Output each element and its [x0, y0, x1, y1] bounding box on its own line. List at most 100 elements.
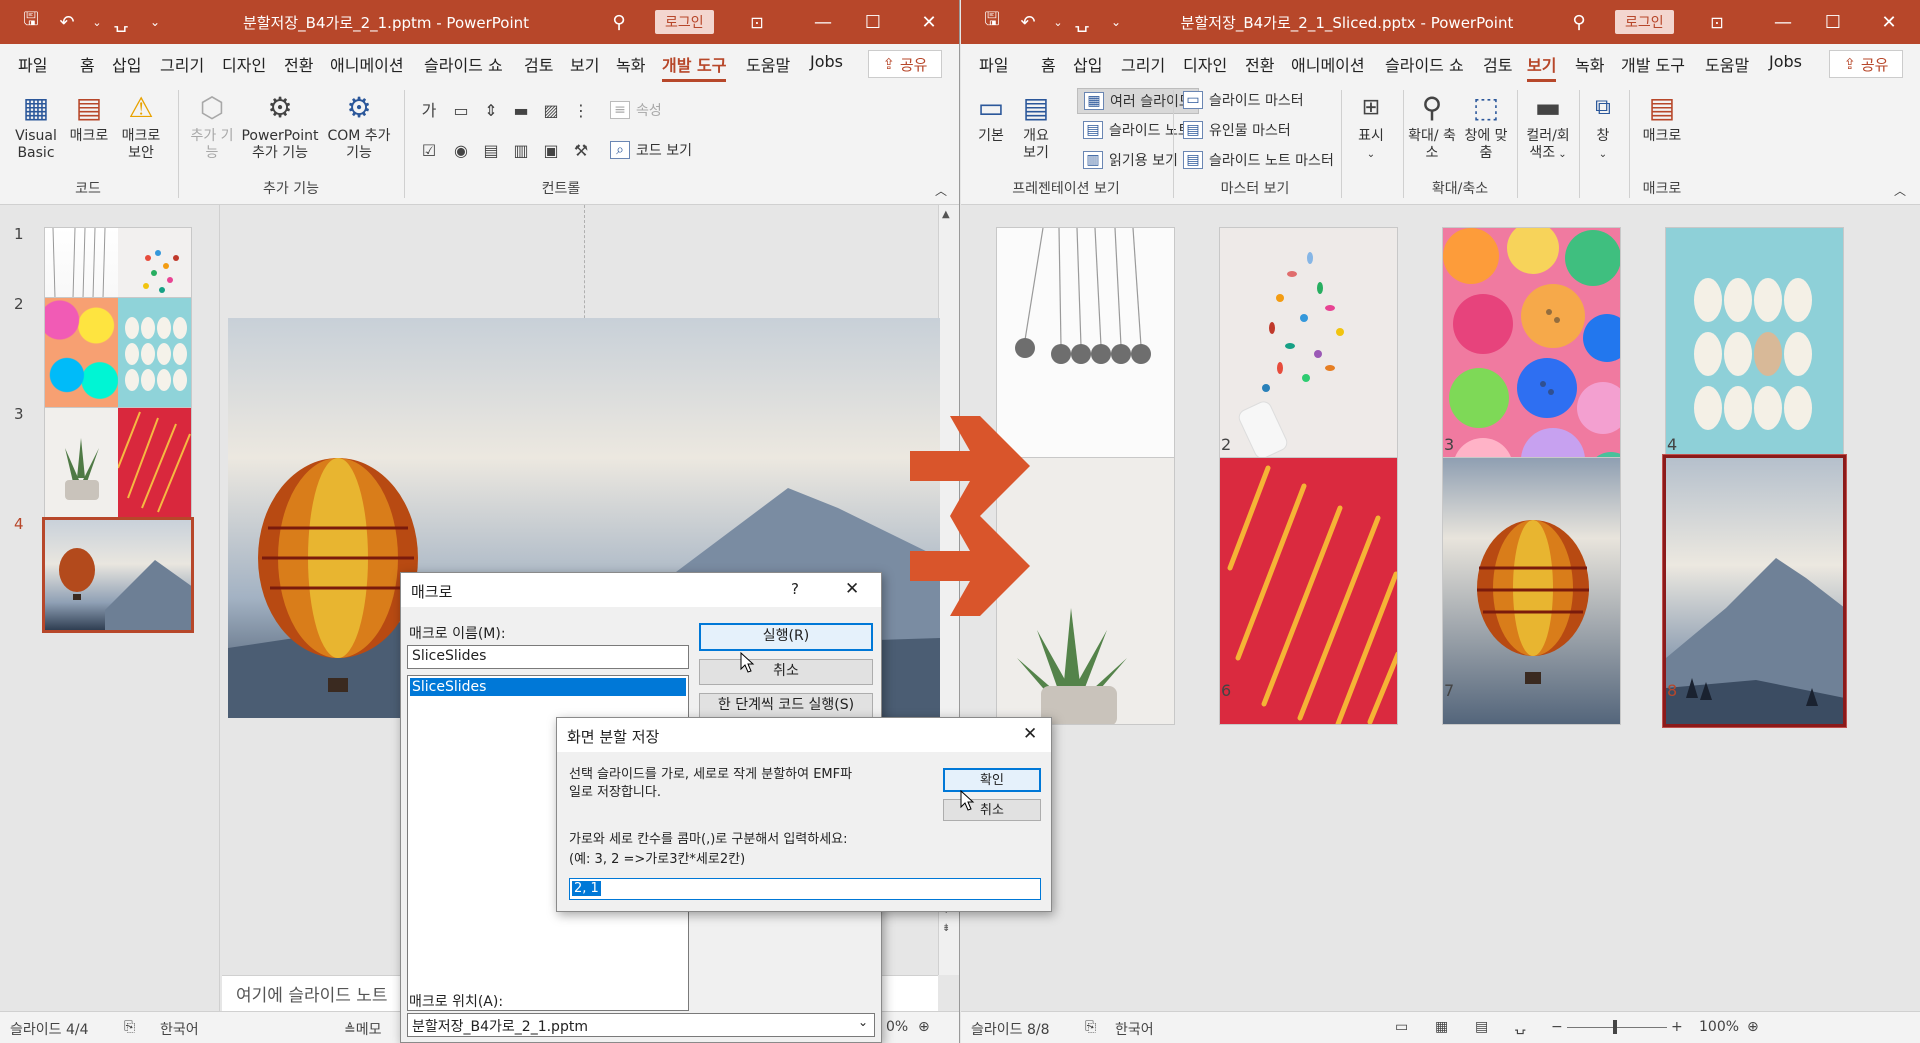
login-button[interactable]: 로그인: [1615, 10, 1674, 34]
tab-file[interactable]: 파일: [18, 52, 47, 76]
close-icon[interactable]: ✕: [906, 0, 952, 44]
zoom-button[interactable]: ⚲ 확대/ 축소: [1405, 90, 1459, 162]
reading-view-button[interactable]: ▥ 읽기용 보기: [1083, 150, 1178, 170]
language[interactable]: 한국어: [160, 1019, 199, 1039]
customize-quick-access-icon[interactable]: ⌄: [138, 0, 172, 44]
sorter-slide-8-selected[interactable]: [1663, 455, 1846, 727]
normal-view-button[interactable]: ▭ 기본: [971, 90, 1011, 145]
zoom-out-icon[interactable]: −: [1551, 1019, 1563, 1035]
tab-jobs[interactable]: Jobs: [810, 52, 843, 71]
spin-control-icon[interactable]: ⇕: [480, 100, 502, 122]
slide-thumbnail-2[interactable]: [44, 297, 192, 409]
zoom-slider[interactable]: [1567, 1027, 1667, 1028]
notes-master-button[interactable]: ▤ 슬라이드 노트 마스터: [1183, 150, 1334, 170]
tab-home[interactable]: 홈: [80, 52, 95, 76]
present-icon[interactable]: ⍽: [104, 0, 138, 44]
slide-master-button[interactable]: ▭ 슬라이드 마스터: [1183, 90, 1304, 110]
radio-control-icon[interactable]: ◉: [450, 140, 472, 162]
fit-to-window-button[interactable]: ⬚ 창에 맞춤: [1461, 90, 1511, 162]
tab-help[interactable]: 도움말: [746, 52, 790, 76]
tab-design[interactable]: 디자인: [1183, 52, 1227, 76]
tab-animations[interactable]: 애니메이션: [330, 52, 404, 76]
macro-security-button[interactable]: ⚠ 매크로 보안: [114, 90, 168, 162]
slide-thumbnail-3[interactable]: [44, 407, 192, 519]
tab-slideshow[interactable]: 슬라이드 쇼: [1385, 52, 1464, 76]
tab-view[interactable]: 보기: [1527, 52, 1557, 82]
tab-developer[interactable]: 개발 도구: [662, 52, 727, 82]
com-addins-button[interactable]: ⚙ COM 추가 기능: [326, 90, 392, 162]
scrollbar-control-icon[interactable]: ⋮: [570, 100, 592, 122]
sorter-slide-3[interactable]: [1442, 227, 1621, 495]
search-icon[interactable]: ⚲: [602, 0, 636, 44]
split-count-input[interactable]: 2, 1: [569, 878, 1041, 900]
reading-view-icon[interactable]: ▤: [1475, 1019, 1488, 1035]
customize-quick-access-icon[interactable]: ⌄: [1099, 0, 1133, 44]
tab-insert[interactable]: 삽입: [1073, 52, 1102, 76]
zoom-level[interactable]: 0%: [886, 1019, 908, 1035]
scroll-up-icon[interactable]: ▲: [942, 209, 950, 220]
visual-basic-button[interactable]: ▦ Visual Basic: [8, 90, 64, 162]
image-control-icon[interactable]: ▨: [540, 100, 562, 122]
help-button[interactable]: ?: [791, 580, 799, 598]
show-button[interactable]: ⊞ 표시 ⌄: [1349, 90, 1393, 163]
login-button[interactable]: 로그인: [655, 10, 714, 34]
tab-draw[interactable]: 그리기: [1121, 52, 1165, 76]
tab-insert[interactable]: 삽입: [112, 52, 141, 76]
slide-sorter-button[interactable]: ▦ 여러 슬라이드: [1077, 88, 1199, 114]
tab-review[interactable]: 검토: [1483, 52, 1512, 76]
ok-button[interactable]: 확인: [943, 768, 1041, 792]
save-icon[interactable]: 🖫: [975, 0, 1009, 44]
cancel-button[interactable]: 취소: [943, 799, 1041, 821]
macro-location-select[interactable]: 분할저장_B4가로_2_1.pptm ⌄: [407, 1013, 875, 1037]
minimize-icon[interactable]: —: [800, 0, 846, 44]
properties-button[interactable]: ≡ 속성: [610, 100, 662, 120]
tab-draw[interactable]: 그리기: [160, 52, 204, 76]
run-button[interactable]: 실행(R): [699, 623, 873, 651]
zoom-in-icon[interactable]: +: [1671, 1019, 1683, 1035]
zoom-level[interactable]: 100%: [1699, 1019, 1739, 1035]
tab-review[interactable]: 검토: [524, 52, 553, 76]
color-grayscale-button[interactable]: ▬ 컬러/회 색조 ⌄: [1521, 90, 1575, 163]
minimize-icon[interactable]: —: [1760, 0, 1806, 44]
sorter-slide-6[interactable]: [1219, 457, 1398, 725]
fit-to-window-icon[interactable]: ⊕: [918, 1019, 930, 1035]
share-button[interactable]: ⇪ 공유: [1829, 50, 1903, 78]
powerpoint-addins-button[interactable]: ⚙ PowerPoint 추가 기능: [238, 90, 322, 162]
textbox-control-icon[interactable]: ▭: [450, 100, 472, 122]
tab-view[interactable]: 보기: [570, 52, 599, 76]
label-control-icon[interactable]: 가: [418, 100, 440, 122]
slide-thumbnail-4[interactable]: [42, 517, 194, 633]
handout-master-button[interactable]: ▤ 유인물 마스터: [1183, 120, 1291, 140]
undo-icon[interactable]: ↶: [1011, 0, 1045, 44]
tab-slideshow[interactable]: 슬라이드 쇼: [424, 52, 503, 76]
close-icon[interactable]: ✕: [1023, 724, 1037, 744]
outline-view-button[interactable]: ▤ 개요 보기: [1015, 90, 1057, 162]
tab-help[interactable]: 도움말: [1705, 52, 1749, 76]
cancel-button[interactable]: 취소: [699, 659, 873, 685]
fit-to-window-icon[interactable]: ⊕: [1747, 1019, 1759, 1035]
tab-transitions[interactable]: 전환: [284, 52, 313, 76]
save-icon[interactable]: 🖫: [14, 0, 48, 44]
tab-home[interactable]: 홈: [1041, 52, 1056, 76]
ribbon-display-icon[interactable]: ⊡: [1694, 0, 1740, 44]
window-button[interactable]: ⧉ 창 ⌄: [1583, 90, 1623, 163]
collapse-ribbon-icon[interactable]: ︿: [930, 180, 952, 202]
tab-animations[interactable]: 애니메이션: [1291, 52, 1365, 76]
close-icon[interactable]: ✕: [845, 579, 859, 599]
normal-view-icon[interactable]: ▭: [1395, 1019, 1408, 1035]
tab-jobs[interactable]: Jobs: [1769, 52, 1802, 71]
accessibility-icon[interactable]: ⎘: [1085, 1019, 1096, 1035]
collapse-ribbon-icon[interactable]: ︿: [1889, 180, 1911, 202]
toggle-control-icon[interactable]: ▣: [540, 140, 562, 162]
share-button[interactable]: ⇪ 공유: [868, 50, 942, 78]
macro-button[interactable]: ▤ 매크로: [64, 90, 114, 145]
slide-sorter-icon[interactable]: ▦: [1435, 1019, 1448, 1035]
maximize-icon[interactable]: ☐: [1810, 0, 1856, 44]
tab-transitions[interactable]: 전환: [1245, 52, 1274, 76]
step-into-button[interactable]: 한 단계씩 코드 실행(S): [699, 693, 873, 719]
sorter-slide-7[interactable]: [1442, 457, 1621, 725]
search-icon[interactable]: ⚲: [1562, 0, 1596, 44]
addins-button[interactable]: ⬡ 추가 기능: [190, 90, 234, 162]
tab-record[interactable]: 녹화: [1575, 52, 1604, 76]
checkbox-control-icon[interactable]: ☑: [418, 140, 440, 162]
